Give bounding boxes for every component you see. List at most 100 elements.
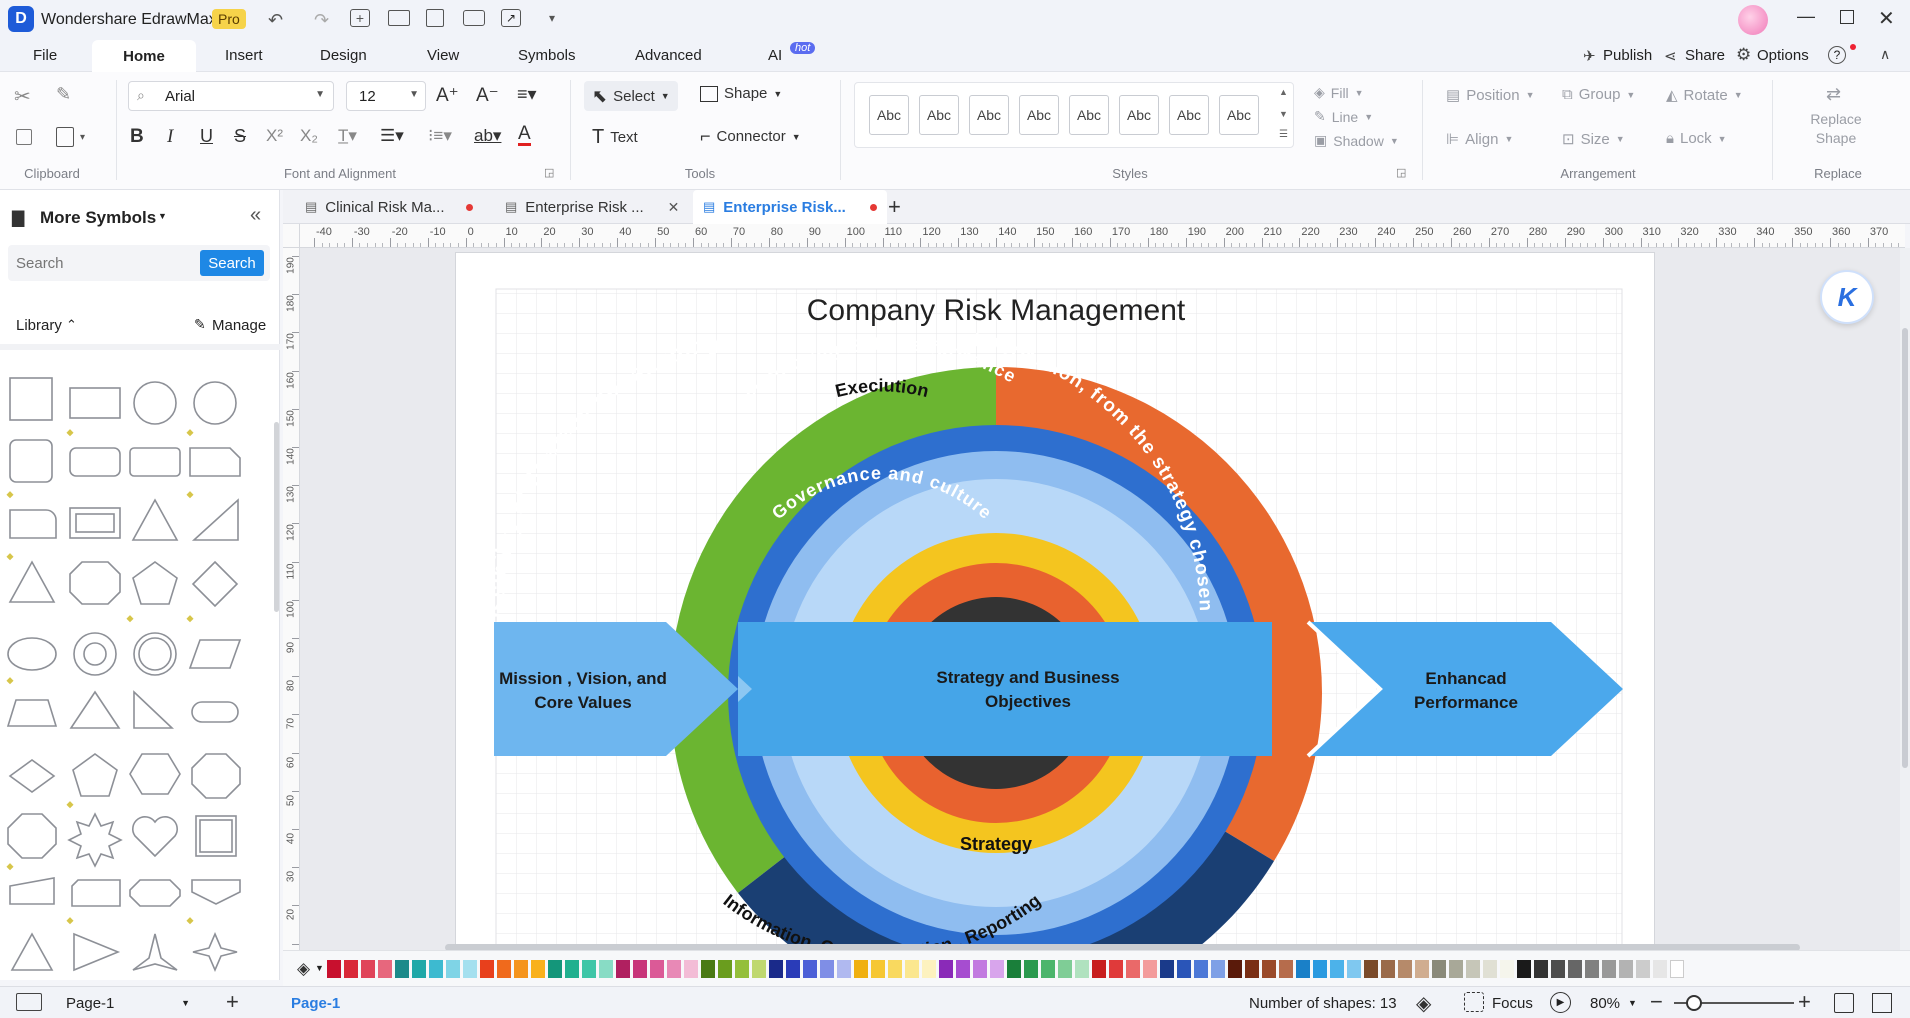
paste-icon[interactable] — [56, 127, 74, 147]
share-button[interactable]: Share — [1685, 47, 1725, 64]
color-swatch[interactable] — [1211, 960, 1225, 978]
play-icon[interactable]: ▶ — [1550, 992, 1571, 1013]
color-swatch[interactable] — [1228, 960, 1242, 978]
color-swatch[interactable] — [1279, 960, 1293, 978]
shape-frame[interactable] — [69, 507, 121, 539]
help-icon[interactable]: ? — [1828, 46, 1846, 64]
color-swatch[interactable] — [735, 960, 749, 978]
shadow-button[interactable]: ▣ Shadow ▼ — [1314, 132, 1399, 149]
color-swatch[interactable] — [1500, 960, 1514, 978]
color-swatch[interactable] — [905, 960, 919, 978]
text-format-icon[interactable]: T̲▾ — [338, 126, 357, 146]
menu-insert[interactable]: Insert — [225, 47, 263, 64]
color-swatch[interactable] — [1262, 960, 1276, 978]
menu-design[interactable]: Design — [320, 47, 367, 64]
shape-triangle[interactable] — [131, 498, 179, 541]
shape-round-corner[interactable] — [9, 509, 57, 539]
color-swatch[interactable] — [1551, 960, 1565, 978]
italic-icon[interactable]: I — [167, 126, 173, 148]
shape-diamond[interactable] — [191, 560, 239, 608]
color-swatch[interactable] — [1160, 960, 1174, 978]
color-swatch[interactable] — [1177, 960, 1191, 978]
color-swatch[interactable] — [1024, 960, 1038, 978]
library-collapse-icon[interactable]: ⌃ — [66, 317, 77, 333]
vertical-scroll-thumb[interactable] — [1902, 328, 1908, 768]
fill-button[interactable]: ◈ Fill ▼ — [1314, 84, 1364, 101]
shape-square[interactable] — [9, 377, 53, 421]
page-selector[interactable]: Page-1 ▼ — [58, 991, 198, 1015]
shape-double-circle[interactable] — [133, 632, 177, 676]
color-swatch[interactable] — [1602, 960, 1616, 978]
style-swatch[interactable]: Abc — [869, 95, 909, 135]
subscript-icon[interactable]: X₂ — [300, 126, 318, 146]
color-swatch[interactable] — [1432, 960, 1446, 978]
replace-shape-button[interactable]: Replace Shape — [1788, 110, 1884, 148]
active-page-tab[interactable]: Page-1 — [291, 995, 340, 1012]
shape-triangle-right[interactable] — [73, 932, 121, 972]
page-panel-icon[interactable] — [16, 993, 42, 1011]
position-button[interactable]: ▤ Position ▼ — [1446, 86, 1534, 105]
menu-home-tab[interactable]: Home — [92, 40, 196, 72]
shape-trapezoid[interactable] — [6, 699, 58, 727]
color-swatch[interactable] — [582, 960, 596, 978]
color-swatch[interactable] — [820, 960, 834, 978]
color-swatch[interactable] — [497, 960, 511, 978]
group-button[interactable]: ⧉ Group ▼ — [1562, 86, 1635, 103]
user-avatar[interactable] — [1738, 5, 1768, 35]
color-swatch[interactable] — [667, 960, 681, 978]
export-icon[interactable]: ↗ — [501, 9, 521, 27]
shape-right-triangle-2[interactable] — [133, 690, 175, 729]
style-swatch[interactable]: Abc — [1219, 95, 1259, 135]
menu-advanced[interactable]: Advanced — [635, 47, 702, 64]
shape-oval[interactable] — [7, 637, 57, 671]
color-swatch[interactable] — [616, 960, 630, 978]
color-swatch[interactable] — [1483, 960, 1497, 978]
color-swatch[interactable] — [871, 960, 885, 978]
color-swatch[interactable] — [565, 960, 579, 978]
zoom-level[interactable]: 80% — [1590, 995, 1620, 1012]
shape-rhombus[interactable] — [8, 759, 56, 793]
shape-card[interactable] — [71, 879, 121, 907]
color-swatch[interactable] — [1245, 960, 1259, 978]
shape-ellipse[interactable] — [193, 381, 237, 425]
menu-view[interactable]: View — [427, 47, 459, 64]
color-swatch[interactable] — [1126, 960, 1140, 978]
doc-tab-enterprise-active[interactable]: ▤ Enterprise Risk... — [693, 190, 887, 224]
shape-isosceles-triangle[interactable] — [8, 560, 56, 603]
redo-icon[interactable]: ↷ — [314, 10, 329, 31]
shape-star-burst[interactable] — [67, 812, 123, 868]
minimize-icon[interactable]: — — [1797, 6, 1815, 27]
text-highlight-icon[interactable]: ab▾ — [474, 126, 501, 146]
color-swatch[interactable] — [1296, 960, 1310, 978]
align-button[interactable]: ⊫ Align ▼ — [1446, 130, 1513, 149]
collapse-ribbon-icon[interactable]: ∧ — [1880, 46, 1890, 63]
color-swatch[interactable] — [1313, 960, 1327, 978]
new-file-icon[interactable]: + — [350, 9, 370, 27]
color-swatch[interactable] — [1653, 960, 1667, 978]
color-swatch[interactable] — [361, 960, 375, 978]
symbol-search-input[interactable] — [16, 251, 196, 275]
color-swatch[interactable] — [718, 960, 732, 978]
doc-tab-clinical[interactable]: ▤ Clinical Risk Ma... — [295, 190, 483, 224]
shape-parallelogram[interactable] — [188, 639, 242, 669]
increase-font-icon[interactable]: A⁺ — [436, 84, 459, 107]
zoom-out-icon[interactable]: − — [1650, 989, 1663, 1015]
save-icon[interactable] — [426, 9, 444, 27]
shape-hexagon[interactable] — [129, 753, 181, 795]
color-swatch[interactable] — [650, 960, 664, 978]
shape-tristar[interactable] — [132, 933, 178, 971]
sidebar-scrollbar[interactable] — [274, 422, 279, 612]
color-swatch[interactable] — [548, 960, 562, 978]
superscript-icon[interactable]: X² — [266, 126, 283, 146]
shape-heart[interactable] — [132, 816, 178, 858]
style-swatch[interactable]: Abc — [1069, 95, 1109, 135]
shape-pentagon[interactable] — [132, 561, 178, 605]
line-button[interactable]: ✎ Line ▼ — [1314, 108, 1373, 125]
menu-file[interactable]: File — [33, 47, 57, 64]
library-label[interactable]: Library — [16, 317, 62, 334]
shape-display[interactable] — [129, 879, 181, 907]
shape-manual-input[interactable] — [9, 877, 55, 905]
color-swatch[interactable] — [956, 960, 970, 978]
color-swatch[interactable] — [1364, 960, 1378, 978]
collapse-panel-icon[interactable]: « — [250, 204, 261, 227]
